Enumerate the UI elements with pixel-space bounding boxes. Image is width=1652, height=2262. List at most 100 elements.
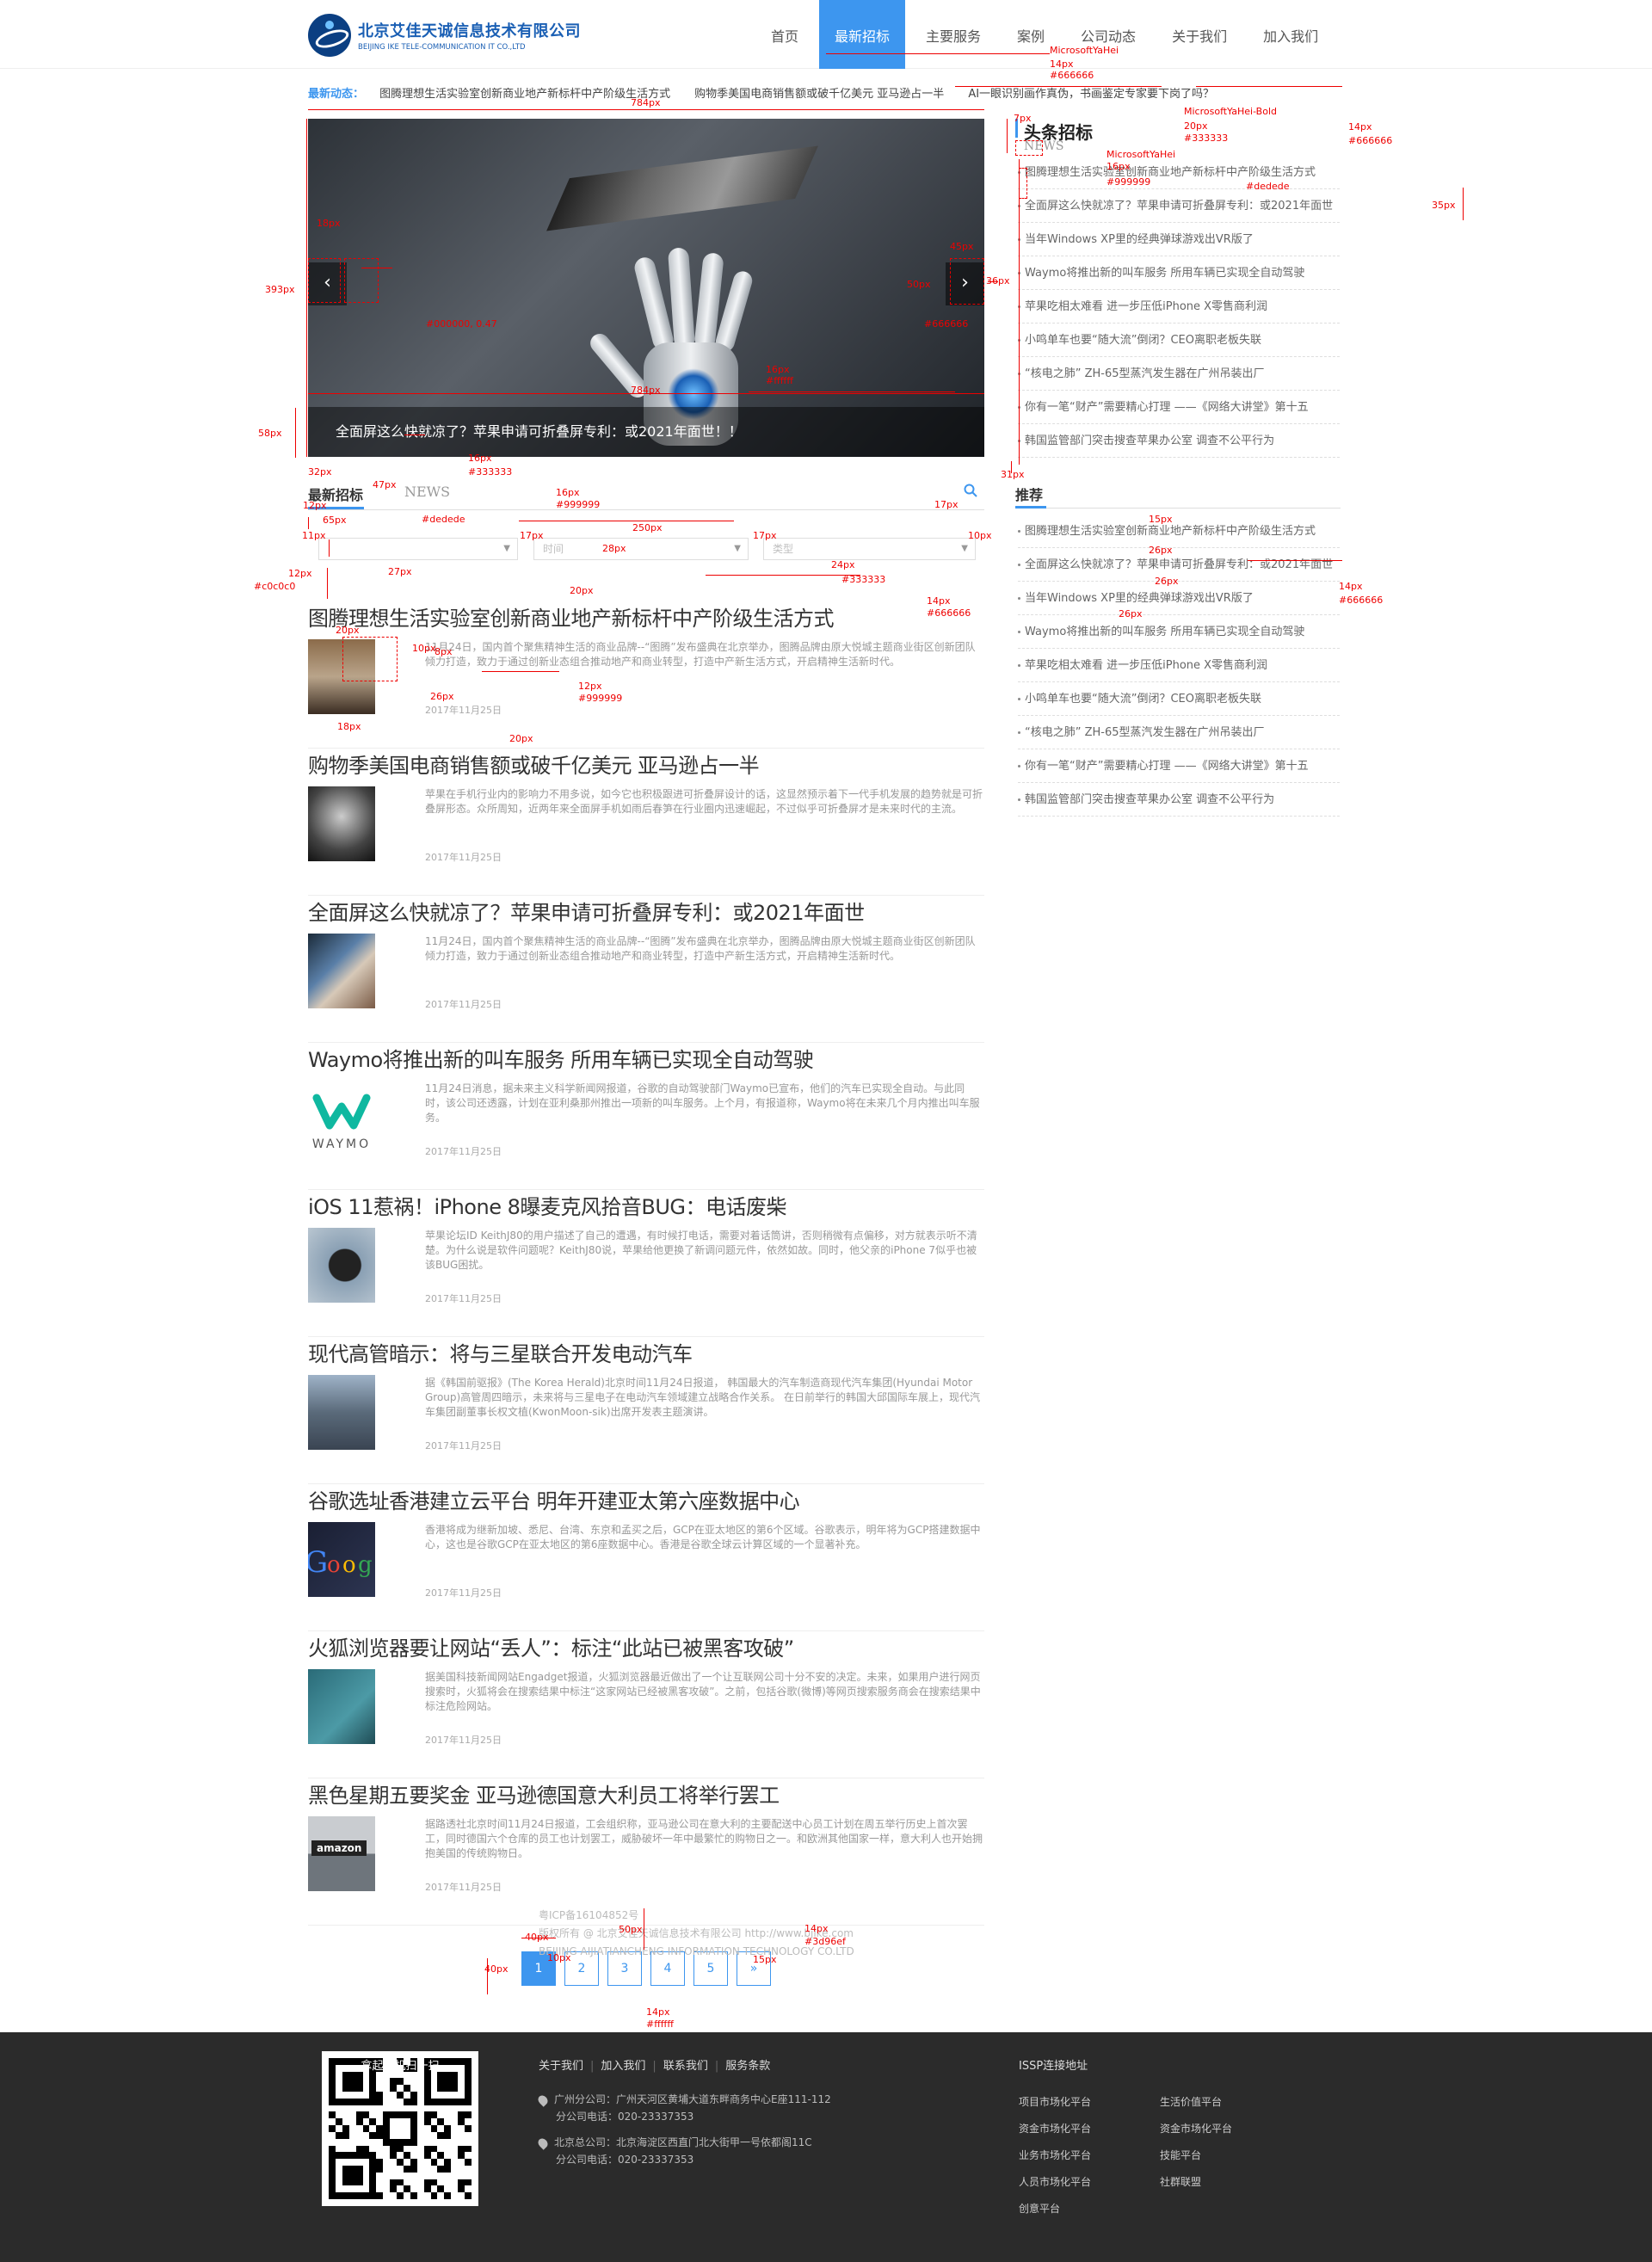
article-thumbnail[interactable]: WAYMO (308, 1081, 375, 1156)
article-item[interactable]: 购物季美国电商销售额或破千亿美元 亚马逊占一半 苹果在手机行业内的影响力不用多说，… (308, 749, 984, 896)
article-item[interactable]: 全面屏这么快就凉了？苹果申请可折叠屏专利：或2021年面世 11月24日，国内首个… (308, 896, 984, 1043)
list-item[interactable]: 图腾理想生活实验室创新商业地产新标杆中产阶级生活方式 (1018, 515, 1340, 548)
region-filter-select[interactable]: ▼ (318, 538, 518, 560)
article-item[interactable]: 黑色星期五要奖金 亚马逊德国意大利员工将举行罢工 amazon 据路透社北京时间11… (308, 1778, 984, 1926)
annotation-label: 18px (317, 218, 341, 229)
nav-item[interactable]: 主要服务 (910, 0, 996, 69)
issp-link[interactable]: 人员市场化平台 (1019, 2174, 1091, 2189)
article-summary: 11月24日消息，据未来主义科学新闻网报道，谷歌的自动驾驶部门Waymo已宣布，… (425, 1082, 980, 1124)
list-item[interactable]: 全面屏这么快就凉了？苹果申请可折叠屏专利：或2021年面世 (1018, 189, 1340, 223)
news-ticker: 最新动态： 图腾理想生活实验室创新商业地产新标杆中产阶级生活方式 购物季美国电商销… (308, 84, 1341, 105)
link-separator: | (590, 2060, 595, 2073)
annotation-label: 31px (1001, 469, 1025, 480)
issp-link[interactable]: 生活价值平台 (1160, 2094, 1222, 2109)
banner-slider[interactable]: ‹ › 全面屏这么快就凉了？苹果申请可折叠屏专利：或2021年面世！！ (308, 119, 984, 457)
list-item[interactable]: 苹果吃相太难看 进一步压低iPhone X零售商利润 (1018, 649, 1340, 682)
article-date: 2017年11月25日 (425, 1735, 502, 1746)
list-item[interactable]: 你有一笔“财产”需要精心打理 ——《网络大讲堂》第十五 (1018, 749, 1340, 783)
annotation-label: 784px (631, 385, 661, 396)
article-item[interactable]: 火狐浏览器要让网站“丢人”：标注“此站已被黑客攻破” 据美国科技新闻网站Engad… (308, 1631, 984, 1778)
annotation-label: #dedede (422, 514, 465, 525)
article-item[interactable]: 谷歌选址香港建立云平台 明年开建亚太第六座数据中心 Go o g 香港将成为继新加坡、悉… (308, 1484, 984, 1631)
article-date: 2017年11月25日 (425, 1293, 502, 1304)
article-summary: 苹果论坛ID KeithJ80的用户描述了自己的遭遇，有时候打电话，需要对着话筒… (425, 1230, 977, 1271)
article-title[interactable]: 图腾理想生活实验室创新商业地产新标杆中产阶级生活方式 (308, 601, 835, 632)
article-thumbnail[interactable] (308, 1375, 375, 1450)
annotation-label: 32px (308, 466, 332, 478)
article-thumbnail[interactable] (308, 786, 375, 861)
list-item[interactable]: 当年Windows XP里的经典弹球游戏出VR版了 (1018, 582, 1340, 615)
issp-link[interactable]: 业务市场化平台 (1019, 2148, 1091, 2162)
article-title[interactable]: 现代高管暗示：将与三星联合开发电动汽车 (308, 1337, 693, 1367)
list-item[interactable]: “核电之肺” ZH-65型蒸汽发生器在广州吊装出厂 (1018, 357, 1340, 391)
list-item[interactable]: 图腾理想生活实验室创新商业地产新标杆中产阶级生活方式 (1018, 156, 1340, 189)
list-item[interactable]: “核电之肺” ZH-65型蒸汽发生器在广州吊装出厂 (1018, 716, 1340, 749)
list-item[interactable]: 小鸣单车也要“随大流”倒闭？CEO离职老板失联 (1018, 324, 1340, 357)
ticker-item[interactable]: AI一眼识别画作真伪，书画鉴定专家要下岗了吗？ (968, 88, 1214, 101)
nav-item[interactable]: 公司动态 (1065, 0, 1151, 69)
footer-link[interactable]: 服务条款 (725, 2060, 770, 2073)
issp-link[interactable]: 资金市场化平台 (1160, 2121, 1232, 2136)
site-header: 北京艾佳天诚信息技术有限公司 BEIJING IKE TELE-COMMUNIC… (0, 0, 1652, 69)
annotation-label: #ffffff (766, 375, 793, 386)
annotation-label: 14px (804, 1923, 829, 1934)
issp-link[interactable]: 创意平台 (1019, 2201, 1060, 2216)
article-item[interactable]: 图腾理想生活实验室创新商业地产新标杆中产阶级生活方式 11月24日，国内首个聚焦精… (308, 601, 984, 749)
list-item[interactable]: 全面屏这么快就凉了？苹果申请可折叠屏专利：或2021年面世 (1018, 548, 1340, 582)
article-thumbnail[interactable]: amazon (308, 1816, 375, 1891)
article-item[interactable]: 现代高管暗示：将与三星联合开发电动汽车 据《韩国前驱报》(The Korea He… (308, 1337, 984, 1484)
annotation-box (308, 258, 341, 303)
list-item[interactable]: Waymo将推出新的叫车服务 所用车辆已实现全自动驾驶 (1018, 615, 1340, 649)
annotation-line (327, 568, 328, 599)
annotation-label: 17px (753, 530, 777, 541)
ticker-item[interactable]: 购物季美国电商销售额或破千亿美元 亚马逊占一半 (694, 88, 944, 101)
article-title[interactable]: 黑色星期五要奖金 亚马逊德国意大利员工将举行罢工 (308, 1778, 780, 1809)
list-item[interactable]: 你有一笔“财产”需要精心打理 ——《网络大讲堂》第十五 (1018, 391, 1340, 424)
time-filter-select[interactable]: 时间 ▼ (533, 538, 749, 560)
article-thumbnail[interactable] (308, 1228, 375, 1303)
footer-link[interactable]: 联系我们 (663, 2060, 708, 2073)
annotation-label: 17px (520, 530, 544, 541)
article-title[interactable]: 购物季美国电商销售额或破千亿美元 亚马逊占一半 (308, 749, 760, 779)
article-thumbnail[interactable] (308, 1669, 375, 1744)
annotation-line (1007, 119, 1008, 153)
article-title[interactable]: 谷歌选址香港建立云平台 明年开建亚太第六座数据中心 (308, 1484, 800, 1514)
footer-link[interactable]: 关于我们 (539, 2060, 583, 2073)
nav-item[interactable]: 关于我们 (1156, 0, 1242, 69)
list-item[interactable]: 当年Windows XP里的经典弹球游戏出VR版了 (1018, 223, 1340, 256)
news-divider (308, 509, 984, 510)
nav-item[interactable]: 首页 (755, 0, 814, 69)
list-item[interactable]: 小鸣单车也要“随大流”倒闭？CEO离职老板失联 (1018, 682, 1340, 716)
article-title[interactable]: iOS 11惹祸！iPhone 8曝麦克风拾音BUG：电话废柴 (308, 1190, 787, 1220)
annotation-box (1019, 168, 1027, 199)
article-item[interactable]: iOS 11惹祸！iPhone 8曝麦克风拾音BUG：电话废柴苹果论坛ID Ke… (308, 1190, 984, 1337)
issp-link[interactable]: 资金市场化平台 (1019, 2121, 1091, 2136)
annotation-label: 14px (927, 595, 951, 607)
footer-link[interactable]: 加入我们 (601, 2060, 645, 2073)
search-icon[interactable] (964, 484, 977, 497)
nav-item[interactable]: 最新招标 (819, 0, 906, 69)
news-section-subtitle: NEWS (404, 484, 451, 500)
nav-item[interactable]: 加入我们 (1248, 0, 1334, 69)
logo-name-cn: 北京艾佳天诚信息技术有限公司 (358, 22, 581, 40)
location-pin-icon (536, 2093, 550, 2107)
issp-link[interactable]: 技能平台 (1160, 2148, 1201, 2162)
list-item[interactable]: 韩国监管部门突击搜查苹果办公室 调查不公平行为 (1018, 783, 1340, 817)
type-filter-select[interactable]: 类型 ▼ (763, 538, 976, 560)
list-item[interactable]: Waymo将推出新的叫车服务 所用车辆已实现全自动驾驶 (1018, 256, 1340, 290)
slider-caption[interactable]: 全面屏这么快就凉了？苹果申请可折叠屏专利：或2021年面世！！ (308, 407, 984, 457)
svg-text:G: G (308, 1545, 328, 1580)
list-item[interactable]: 苹果吃相太难看 进一步压低iPhone X零售商利润 (1018, 290, 1340, 324)
article-thumbnail[interactable] (308, 934, 375, 1008)
article-title[interactable]: 全面屏这么快就凉了？苹果申请可折叠屏专利：或2021年面世 (308, 896, 865, 926)
article-thumbnail[interactable]: Goog (308, 1522, 375, 1597)
annotation-label: 58px (258, 428, 282, 439)
ticker-item[interactable]: 图腾理想生活实验室创新商业地产新标杆中产阶级生活方式 (379, 88, 670, 101)
issp-link[interactable]: 项目市场化平台 (1019, 2094, 1091, 2109)
issp-link[interactable]: 社群联盟 (1160, 2174, 1201, 2189)
article-title[interactable]: Waymo将推出新的叫车服务 所用车辆已实现全自动驾驶 (308, 1043, 814, 1073)
article-item[interactable]: Waymo将推出新的叫车服务 所用车辆已实现全自动驾驶 WAYMO 11月24日消息… (308, 1043, 984, 1190)
logo[interactable]: 北京艾佳天诚信息技术有限公司 BEIJING IKE TELE-COMMUNIC… (308, 14, 581, 57)
list-item[interactable]: 韩国监管部门突击搜查苹果办公室 调查不公平行为 (1018, 424, 1340, 458)
article-title[interactable]: 火狐浏览器要让网站“丢人”：标注“此站已被黑客攻破” (308, 1631, 794, 1661)
